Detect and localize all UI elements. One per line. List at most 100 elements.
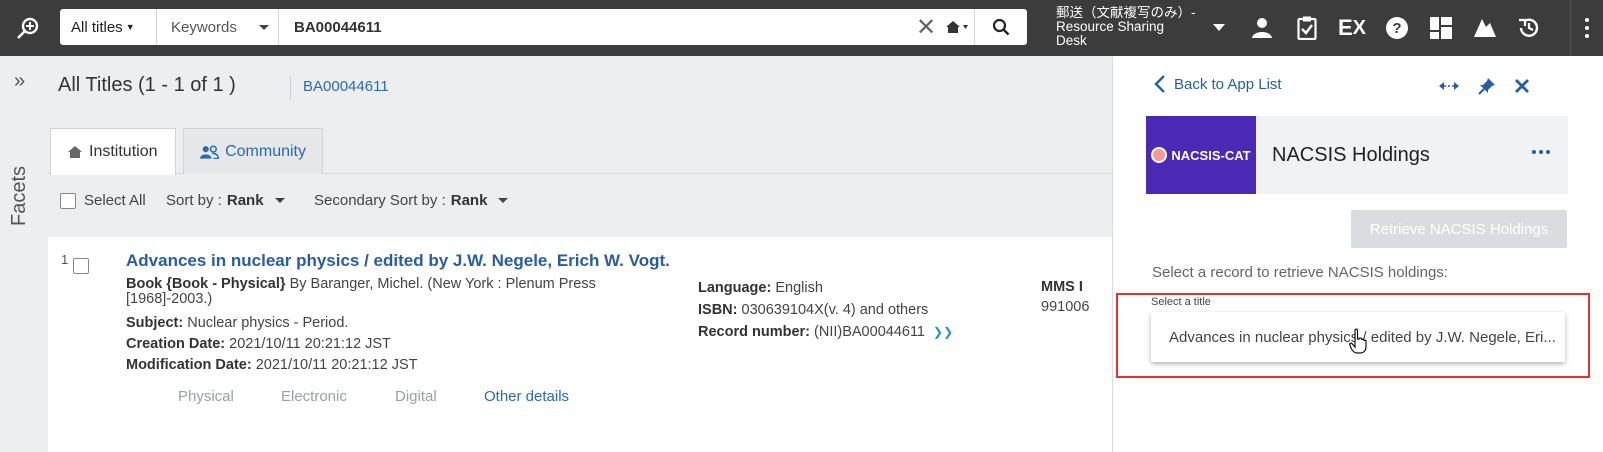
search-field-dropdown[interactable]: Keywords	[157, 9, 279, 45]
hand-cursor-icon	[1349, 328, 1367, 354]
divider	[290, 76, 291, 100]
app-panel: Back to App List NACSIS-CAT NACSIS Holdi…	[1112, 56, 1603, 452]
user-icon[interactable]	[1246, 12, 1278, 44]
sort-label: Sort by :	[166, 192, 222, 209]
page-title: All Titles (1 - 1 of 1 )	[58, 74, 236, 96]
tab-electronic[interactable]: Electronic	[281, 388, 395, 405]
select-all-label: Select All	[84, 192, 146, 209]
record-number-row: Record number: (NII)BA00044611 ❯❯	[698, 321, 1018, 343]
record-details: Book {Book - Physical} By Baranger, Mich…	[126, 277, 626, 376]
secondary-sort-dropdown[interactable]: Secondary Sort by : Rank	[314, 192, 509, 209]
home-dropdown[interactable]	[939, 9, 975, 45]
subject-value: Nuclear physics - Period.	[187, 315, 349, 331]
expand-facets-icon[interactable]: »	[14, 70, 25, 93]
record-number-label: Record number:	[698, 324, 810, 340]
tab-institution[interactable]: Institution	[50, 128, 176, 175]
subject-label: Subject:	[126, 315, 184, 331]
home-icon	[945, 21, 968, 33]
results-tabs: Institution Community	[48, 116, 1112, 175]
language-row: Language: English	[698, 277, 1018, 299]
retrieve-holdings-button[interactable]: Retrieve NACSIS Holdings	[1351, 210, 1567, 248]
language-label: Language:	[698, 280, 772, 296]
home-icon	[68, 146, 82, 158]
double-chevron-down-icon[interactable]: ❯❯	[933, 325, 953, 339]
menu-icon[interactable]	[1570, 0, 1603, 56]
app-header: NACSIS-CAT NACSIS Holdings	[1146, 116, 1568, 194]
isbn-value: 030639104X(v. 4) and others	[741, 302, 929, 318]
sort-value: Rank	[226, 192, 264, 209]
clear-search-icon[interactable]: ✕	[913, 9, 939, 45]
query-chip[interactable]: BA00044611	[303, 78, 389, 95]
isbn-label: ISBN:	[698, 302, 738, 318]
tab-physical[interactable]: Physical	[178, 388, 281, 405]
creation-date-value: 2021/10/11 20:21:12 JST	[229, 336, 391, 352]
tab-institution-label: Institution	[89, 143, 158, 160]
nacsis-logo: NACSIS-CAT	[1146, 116, 1256, 194]
sort-dropdown[interactable]: Sort by : Rank	[166, 192, 285, 209]
record-checkbox[interactable]	[73, 258, 89, 274]
search-scope-label: All titles	[71, 18, 123, 36]
institution-name[interactable]: 郵送（文献複写のみ）- Resource Sharing Desk	[1056, 6, 1196, 48]
chevron-down-icon: ▼	[125, 22, 135, 32]
tasks-icon[interactable]	[1291, 12, 1323, 44]
leganto-icon[interactable]	[1469, 12, 1501, 44]
select-title-label: Select a title	[1151, 296, 1211, 308]
mms-label: MMS I	[1041, 279, 1083, 295]
isbn-row: ISBN: 030639104X(v. 4) and others	[698, 299, 1018, 321]
ex-icon[interactable]: EX	[1336, 12, 1368, 44]
creation-date-row: Creation Date: 2021/10/11 20:21:12 JST	[126, 334, 626, 355]
back-label: Back to App List	[1174, 75, 1282, 93]
expand-icon[interactable]	[1436, 74, 1462, 98]
record-meta: Language: English ISBN: 030639104X(v. 4)…	[698, 277, 1018, 343]
search-scope-dropdown[interactable]: All titles ▼	[60, 9, 157, 45]
record-tabs: Physical Electronic Digital Other detail…	[178, 388, 569, 405]
history-icon[interactable]	[1513, 12, 1545, 44]
select-all-control[interactable]: Select All	[60, 192, 146, 209]
search-button[interactable]	[975, 9, 1027, 45]
help-icon[interactable]: ?	[1381, 12, 1413, 44]
record-type: Book {Book - Physical}	[126, 276, 286, 292]
chevron-left-icon	[1154, 75, 1165, 93]
flower-icon	[1151, 147, 1168, 163]
record-number-value: (NII)BA00044611	[814, 324, 925, 340]
record-title-link[interactable]: Advances in nuclear physics / edited by …	[126, 251, 670, 271]
record-type-line: Book {Book - Physical} By Baranger, Mich…	[126, 277, 611, 307]
search-input[interactable]: BA00044611	[279, 9, 913, 45]
users-icon	[200, 145, 219, 159]
record-number: 1	[61, 252, 69, 267]
subject-row: Subject: Nuclear physics - Period.	[126, 313, 626, 334]
chevron-down-icon	[498, 198, 509, 203]
results-area: All Titles (1 - 1 of 1 ) BA00044611 Inst…	[48, 56, 1112, 452]
back-to-app-list-link[interactable]: Back to App List	[1154, 74, 1282, 94]
secondary-sort-value: Rank	[450, 192, 488, 209]
results-toolbar: Select All Sort by : Rank Secondary Sort…	[48, 184, 1112, 220]
search-icon	[992, 18, 1010, 36]
tab-community[interactable]: Community	[183, 128, 323, 174]
app-title: NACSIS Holdings	[1272, 144, 1430, 166]
tab-digital[interactable]: Digital	[395, 388, 484, 405]
result-record: 1 Advances in nuclear physics / edited b…	[48, 237, 1112, 452]
instruction-text: Select a record to retrieve NACSIS holdi…	[1152, 264, 1448, 281]
secondary-sort-label: Secondary Sort by :	[314, 192, 446, 209]
close-icon[interactable]	[1509, 74, 1535, 98]
advanced-search-icon[interactable]	[12, 12, 48, 44]
top-bar: All titles ▼ Keywords BA00044611 ✕ 郵送（文献…	[0, 0, 1603, 56]
facets-label[interactable]: Facets	[8, 166, 31, 226]
logo-text: NACSIS-CAT	[1171, 147, 1251, 163]
mms-id: MMS I 991006	[1041, 277, 1101, 317]
modification-date-row: Modification Date: 2021/10/11 20:21:12 J…	[126, 355, 626, 376]
tab-community-label: Community	[225, 142, 306, 160]
search-bar: All titles ▼ Keywords BA00044611 ✕	[60, 9, 1027, 45]
modification-date-label: Modification Date:	[126, 357, 252, 373]
svg-text:?: ?	[1392, 20, 1401, 37]
tab-other-details[interactable]: Other details	[484, 388, 569, 405]
more-options-icon[interactable]	[1532, 150, 1550, 154]
select-all-checkbox[interactable]	[60, 192, 76, 209]
modification-date-value: 2021/10/11 20:21:12 JST	[255, 357, 418, 373]
widgets-icon[interactable]	[1425, 12, 1457, 44]
facets-sidebar: » Facets	[0, 56, 42, 452]
chevron-down-icon[interactable]	[1213, 24, 1225, 31]
creation-date-label: Creation Date:	[126, 336, 226, 352]
pin-icon[interactable]	[1474, 74, 1500, 98]
language-value: English	[775, 280, 823, 296]
